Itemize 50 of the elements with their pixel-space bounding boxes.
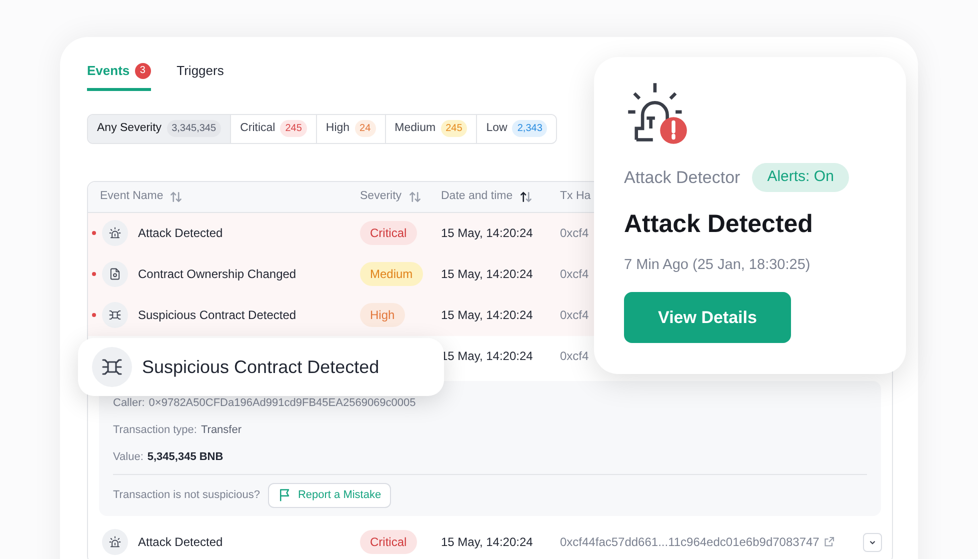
tx-hash: 0xcf44fac57dd661...11c964edc01e6b9d7083747 [560, 534, 820, 551]
count-badge: 245 [280, 120, 307, 137]
severity-tag: Critical [360, 221, 417, 245]
value-amount: 5,345,345 BNB [147, 450, 224, 464]
severity-filter[interactable]: Any Severity 3,345,345 [88, 114, 230, 142]
transaction-type-label: Transaction type: [113, 424, 197, 436]
siren-icon [108, 226, 122, 240]
alert-time: 7 Min Ago (25 Jan, 18:30:25) [624, 256, 812, 275]
tab[interactable]: Triggers [176, 61, 224, 90]
external-link-icon[interactable] [823, 536, 836, 548]
transaction-type: Transfer [200, 424, 242, 436]
caller-address: 0×9782A50CFDa196Ad991cd9FB45EA2569069c0005 [148, 396, 416, 410]
event-name: Suspicious Contract Detected [142, 356, 380, 379]
date-time: 15 May, 14:20:24 [441, 226, 533, 240]
tx-hash: 0xcf4 [560, 266, 589, 283]
count-badge: 24 [354, 120, 376, 137]
date-time: 15 May, 14:20:24 [441, 308, 533, 322]
value-label: Value: [113, 450, 144, 464]
column-header: Date and time [441, 188, 513, 204]
column-header: Event Name [100, 188, 164, 204]
severity-tag: Medium [360, 262, 423, 286]
tx-hash: 0xcf4 [560, 225, 589, 242]
tab[interactable]: Events 3 [87, 61, 151, 90]
date-time: 15 May, 14:20:24 [441, 267, 533, 281]
severity-tag: Critical [360, 530, 417, 554]
caller-label: Caller: [113, 396, 145, 410]
question-text: Transaction is not suspicious? [113, 488, 260, 502]
event-name: Contract Ownership Changed [138, 266, 296, 283]
column-header: Tx Ha [560, 188, 591, 204]
severity-filter[interactable]: Low 2,343 [476, 114, 556, 142]
sort-icon[interactable] [518, 190, 533, 204]
date-time: 15 May, 14:20:24 [441, 535, 533, 549]
alerts-status-badge: Alerts: On [752, 163, 849, 192]
event-name: Attack Detected [138, 534, 223, 551]
detector-name: Attack Detector [624, 166, 740, 188]
network-icon [108, 308, 122, 322]
event-name: Attack Detected [138, 225, 223, 242]
count-badge: 2,343 [512, 120, 548, 137]
count-badge: 3,345,345 [166, 120, 222, 137]
column-header: Severity [360, 188, 402, 204]
tx-hash: 0xcf4 [560, 307, 589, 324]
tx-hash: 0xcf4 [560, 348, 589, 365]
count-badge: 3 [134, 62, 151, 79]
siren-icon [108, 535, 122, 549]
event-name: Suspicious Contract Detected [138, 307, 296, 324]
expand-button[interactable] [862, 532, 882, 552]
flag-icon [278, 488, 292, 502]
severity-tag: High [360, 303, 405, 327]
document-icon [108, 267, 122, 281]
count-badge: 245 [440, 120, 468, 137]
